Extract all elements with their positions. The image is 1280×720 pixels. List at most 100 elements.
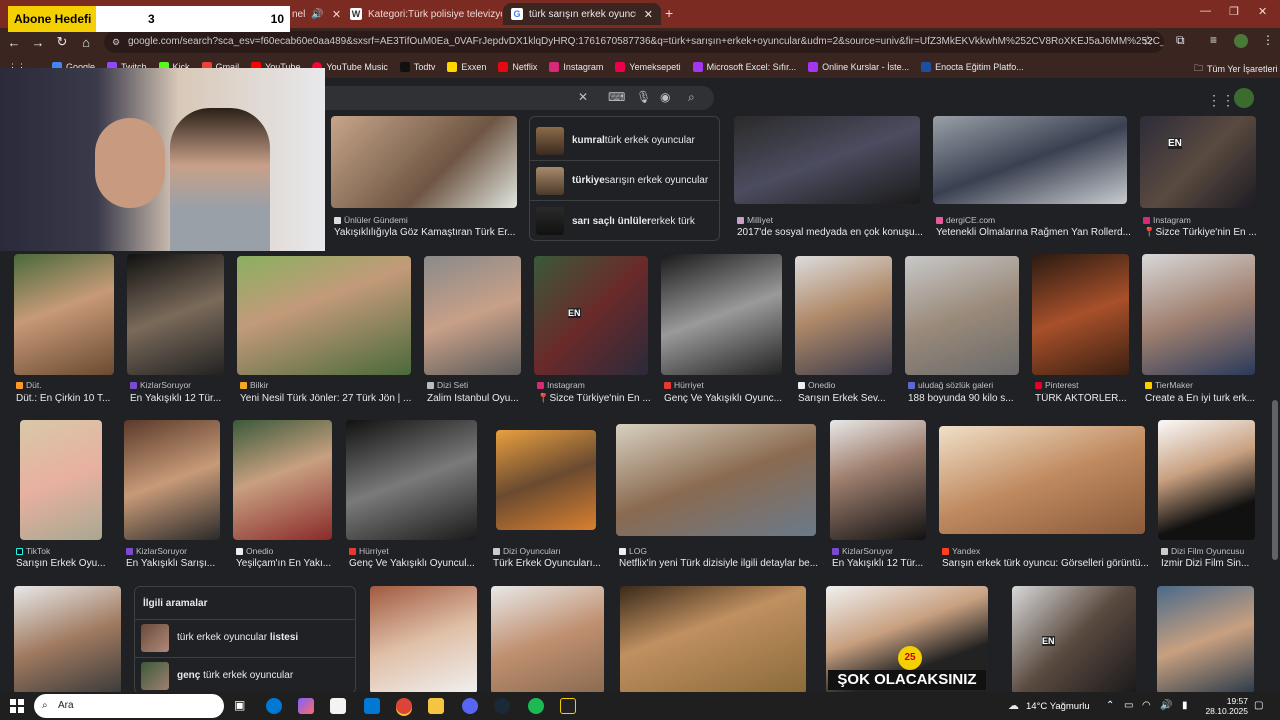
bookmark-exxen[interactable]: Exxen — [447, 62, 486, 72]
result-image[interactable] — [661, 254, 782, 375]
notification-icon[interactable]: ▢ — [1254, 700, 1263, 711]
result-caption[interactable]: Netflix'in yeni Türk dizisiyle ilgili de… — [619, 558, 819, 569]
network-icon[interactable]: ▭ — [1124, 700, 1133, 711]
related-search-item[interactable]: türk erkek oyuncular listesi — [135, 619, 355, 655]
result-caption[interactable]: Zalim İstanbul Oyu... — [427, 393, 524, 404]
wifi-icon[interactable]: ◠ — [1142, 700, 1151, 711]
result-caption[interactable]: Sarışın Erkek Oyu... — [16, 558, 116, 569]
search-icon[interactable]: ⌕ — [688, 90, 695, 105]
search-box[interactable]: ✕ ⌨ 🎙 ◉ ⌕ — [310, 86, 714, 110]
file-explorer-icon[interactable] — [428, 698, 444, 714]
suggestion-item[interactable]: sarı saçlı ünlüler erkek türk — [530, 201, 719, 241]
result-caption[interactable]: En Yakışıklı 12 Tür... — [130, 393, 227, 404]
home-icon[interactable]: ⌂ — [74, 35, 98, 50]
result-image[interactable] — [795, 256, 892, 375]
result-image[interactable]: EN — [1140, 116, 1256, 208]
result-image[interactable]: EN — [1012, 586, 1136, 694]
close-icon[interactable]: ✕ — [332, 8, 340, 21]
result-image[interactable] — [620, 586, 806, 694]
result-caption[interactable]: 📍Sizce Türkiye'nin En ... — [1143, 227, 1263, 238]
bookmark-netflix[interactable]: Netflix — [498, 62, 537, 72]
keyboard-icon[interactable]: ⌨ — [608, 90, 625, 104]
result-image[interactable] — [424, 256, 521, 375]
tab-3-active[interactable]: G türk sarışın erkek oyuncular - G ✕ — [503, 3, 661, 25]
windows-start-icon[interactable] — [10, 699, 24, 713]
extensions-icon[interactable]: ⧉ — [1176, 33, 1185, 48]
result-image[interactable] — [830, 420, 926, 540]
chrome-icon[interactable] — [396, 698, 412, 714]
all-bookmarks[interactable]: 🗀 Tüm Yer İşaretleri — [1194, 61, 1278, 77]
result-caption[interactable]: TÜRK AKTÖRLER... — [1035, 393, 1132, 404]
taskbar-search[interactable]: ⌕ Ara — [34, 694, 224, 718]
result-caption[interactable]: En Yakışıklı Sarışı... — [126, 558, 222, 569]
result-image[interactable] — [1142, 254, 1255, 375]
google-apps-icon[interactable]: ⋮⋮ — [1207, 92, 1235, 109]
result-image[interactable] — [14, 586, 121, 694]
lens-icon[interactable]: ◉ — [660, 90, 670, 104]
scrollbar-track[interactable] — [1270, 78, 1280, 692]
result-image[interactable] — [233, 420, 332, 540]
address-bar[interactable]: ⚙ google.com/search?sca_esv=f60ecab60e0a… — [104, 31, 1164, 53]
result-image[interactable] — [1158, 420, 1255, 540]
volume-icon[interactable]: 🔊 — [1160, 700, 1172, 711]
discord-icon[interactable] — [462, 698, 478, 714]
result-image[interactable] — [127, 254, 224, 375]
store-icon[interactable] — [330, 698, 346, 714]
result-image[interactable] — [491, 586, 604, 694]
result-caption[interactable]: 188 boyunda 90 kilo s... — [908, 393, 1022, 404]
site-info-icon[interactable]: ⚙ — [112, 31, 120, 53]
result-caption[interactable]: 2017'de sosyal medyada en çok konuşu... — [737, 227, 923, 238]
bookmark-online-kurslar[interactable]: Online Kurslar - İste... — [808, 62, 909, 72]
tab-1[interactable]: nel 🔊 ✕ — [284, 3, 340, 25]
chevron-up-icon[interactable]: ⌃ — [1106, 700, 1114, 711]
steam-icon[interactable] — [494, 698, 510, 714]
result-image[interactable] — [14, 254, 114, 375]
tab-2[interactable]: W Kategori:Türk polisiye televizyo ✕ — [342, 3, 502, 25]
result-image[interactable] — [905, 256, 1019, 375]
result-caption[interactable]: Yakışıklılığıyla Göz Kamaştıran Türk Er.… — [334, 227, 520, 238]
result-image[interactable] — [370, 586, 477, 694]
result-image[interactable] — [331, 116, 517, 208]
back-icon[interactable]: ← — [2, 35, 26, 50]
result-caption[interactable]: Düt.: En Çirkin 10 T... — [16, 393, 116, 404]
restore-icon[interactable]: ❐ — [1229, 5, 1239, 18]
result-image[interactable] — [346, 420, 477, 540]
result-image[interactable] — [124, 420, 220, 540]
result-caption[interactable]: Create a En iyi turk erk... — [1145, 393, 1258, 404]
result-image[interactable] — [1032, 254, 1129, 375]
scrollbar-thumb[interactable] — [1272, 400, 1278, 560]
obs-icon[interactable] — [560, 698, 576, 714]
forward-icon[interactable]: → — [26, 35, 50, 50]
result-caption[interactable]: İzmir Dizi Film Sin... — [1161, 558, 1261, 569]
suggestion-item[interactable]: kumral türk erkek oyuncular — [530, 121, 719, 161]
result-caption[interactable]: Yetenekli Olmalarına Rağmen Yan Rollerd.… — [936, 227, 1136, 238]
media-icon[interactable]: ≡ — [1210, 33, 1217, 47]
task-view-icon[interactable]: ▣ — [234, 698, 250, 714]
profile-avatar[interactable] — [1234, 34, 1248, 48]
suggestion-item[interactable]: türkiye sarışın erkek oyuncular — [530, 161, 719, 201]
result-caption[interactable]: Yeşilçam'ın En Yakı... — [236, 558, 335, 569]
result-image[interactable]: EN — [534, 256, 648, 375]
minimize-icon[interactable]: — — [1200, 5, 1211, 17]
result-image[interactable]: 25 ŞOK OLACAKSINIZ — [826, 586, 988, 694]
spotify-icon[interactable] — [528, 698, 544, 714]
reload-icon[interactable]: ↻ — [50, 34, 74, 50]
new-tab-icon[interactable]: + — [665, 5, 673, 21]
account-avatar[interactable] — [1234, 88, 1254, 108]
result-caption[interactable]: Sarışın Erkek Sev... — [798, 393, 895, 404]
battery-icon[interactable]: ▮ — [1182, 700, 1188, 711]
result-image[interactable] — [933, 116, 1127, 204]
clear-icon[interactable]: ✕ — [578, 90, 588, 104]
bookmark-instagram[interactable]: Instagram — [549, 62, 603, 72]
close-icon[interactable]: ✕ — [644, 8, 653, 21]
weather-text[interactable]: 14°C Yağmurlu — [1026, 701, 1090, 712]
result-image[interactable] — [20, 420, 102, 540]
result-image[interactable] — [237, 256, 411, 375]
result-image[interactable] — [616, 424, 816, 536]
outlook-icon[interactable] — [364, 698, 380, 714]
result-image[interactable] — [496, 430, 596, 530]
result-caption[interactable]: Sarışın erkek türk oyuncu: Görselleri gö… — [942, 558, 1148, 569]
result-caption[interactable]: 📍Sizce Türkiye'nin En ... — [537, 393, 651, 404]
star-icon[interactable]: ☆ — [1142, 33, 1154, 49]
result-caption[interactable]: Yeni Nesil Türk Jönler: 27 Türk Jön | ..… — [240, 393, 414, 404]
